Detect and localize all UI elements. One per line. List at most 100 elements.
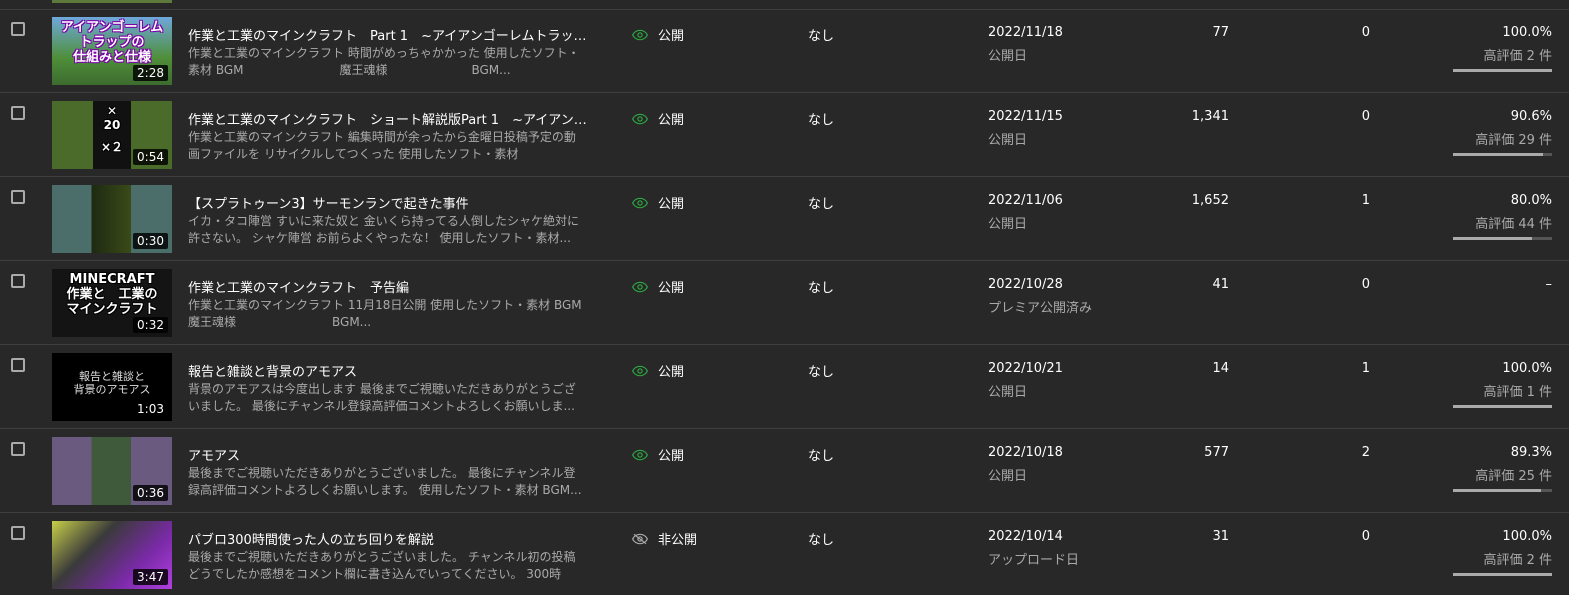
eye-icon [632,449,648,461]
video-row[interactable]: 0:36 アモアス 最後までご視聴いただきありがとうございました。 最後にチャン… [0,429,1569,513]
visibility-cell[interactable]: 公開 [632,193,684,212]
thumbnail-caption-line: 報告と雑談と [79,370,145,383]
video-duration: 0:32 [133,317,168,333]
video-table: アイアンゴーレム トラップの 仕組みと仕様 2:28 作業と工業のマインクラフト P… [0,9,1569,595]
eye-icon [632,29,648,41]
visibility-cell[interactable]: 公開 [632,277,684,296]
likes-bar [1453,237,1552,240]
eye-icon [632,197,648,209]
likes-bar [1453,153,1552,156]
thumbnail-caption-line: トラップの [79,34,145,50]
likes-bar [1453,405,1552,408]
thumbnail-caption-line: MINECRAFT [69,272,155,287]
date-status: 公開日 [988,469,1028,484]
video-title[interactable]: パブロ300時間使った人の立ち回りを解説 [188,529,588,548]
restriction-label: なし [808,197,835,212]
video-thumbnail[interactable]: 0:36 [52,437,172,505]
view-count: 31 [1212,529,1229,544]
visibility-label: 非公開 [658,533,698,548]
publish-date: 2022/11/15 [988,109,1063,124]
video-title[interactable]: 報告と雑談と背景のアモアス [188,361,588,380]
restriction-label: なし [808,533,835,548]
publish-date: 2022/10/28 [988,277,1063,292]
video-duration: 3:47 [133,569,168,585]
visibility-cell[interactable]: 公開 [632,361,684,380]
visibility-label: 公開 [658,29,685,44]
likes-bar [1453,573,1552,576]
row-checkbox[interactable] [11,106,25,120]
comment-count: 0 [1361,25,1370,40]
video-thumbnail[interactable]: ✕ 20 ×２ 0:54 [52,101,172,169]
thumbnail-caption-line: マインクラフト [66,301,158,317]
video-description: 作業と工業のマインクラフト 編集時間が余ったから金曜日投稿予定の動画ファイルを … [188,130,576,161]
likes-bar-fill [1453,489,1542,492]
comment-count: 0 [1361,277,1370,292]
row-checkbox[interactable] [11,526,25,540]
comment-count: 0 [1361,529,1370,544]
visibility-label: 公開 [658,365,685,380]
likes-percentage: 80.0% [1510,193,1552,208]
eye-icon [632,113,648,125]
thumbnail-caption: ✕ 20 ×２ [52,104,172,154]
video-thumbnail[interactable]: MINECRAFT 作業と 工業の マインクラフト 0:32 [52,269,172,337]
restriction-label: なし [808,113,835,128]
video-title[interactable]: 【スプラトゥーン3】サーモンランで起きた事件 [188,193,588,212]
row-checkbox[interactable] [11,22,25,36]
visibility-cell[interactable]: 非公開 [632,529,697,548]
view-count: 14 [1212,361,1229,376]
likes-bar [1453,69,1552,72]
date-status: 公開日 [988,217,1028,232]
video-title[interactable]: 作業と工業のマインクラフト ショート解説版Part 1 ~アイアンゴーレムトラッ… [188,109,588,128]
video-title[interactable]: アモアス [188,445,588,464]
video-row[interactable]: 0:30 【スプラトゥーン3】サーモンランで起きた事件 イカ・タコ陣営 すいに来… [0,177,1569,261]
thumbnail-caption: アイアンゴーレム トラップの 仕組みと仕様 [52,20,172,66]
video-row[interactable]: アイアンゴーレム トラップの 仕組みと仕様 2:28 作業と工業のマインクラフト P… [0,9,1569,93]
date-status: アップロード日 [988,553,1080,568]
thumbnail-caption-line: 作業と 工業の [66,286,158,302]
visibility-cell[interactable]: 公開 [632,109,684,128]
video-duration: 0:36 [133,485,168,501]
row-checkbox[interactable] [11,274,25,288]
thumbnail-caption: MINECRAFT 作業と 工業の マインクラフト [52,272,172,318]
row-checkbox[interactable] [11,442,25,456]
likes-bar-fill [1453,573,1552,576]
video-description: イカ・タコ陣営 すいに来た奴と 金いくら持ってる人倒したシャケ絶対に許さない。 … [188,214,580,245]
eye-icon [632,365,648,377]
video-thumbnail[interactable]: 3:47 [52,521,172,589]
thumbnail-caption-line: 仕組みと仕様 [72,49,151,65]
visibility-cell[interactable]: 公開 [632,445,684,464]
eye-icon [632,281,648,293]
video-thumbnail[interactable]: 0:30 [52,185,172,253]
video-row[interactable]: ✕ 20 ×２ 0:54 作業と工業のマインクラフト ショート解説版Part 1 ~… [0,93,1569,177]
video-thumbnail[interactable]: アイアンゴーレム トラップの 仕組みと仕様 2:28 [52,17,172,85]
video-description: 背景のアモアスは今度出します 最後までご視聴いただきありがとうございました。 最… [188,382,576,413]
content-page: アイアンゴーレム トラップの 仕組みと仕様 2:28 作業と工業のマインクラフト P… [0,0,1569,595]
video-duration: 1:03 [133,401,168,417]
thumbnail-caption: 報告と雑談と 背景のアモアス [52,370,172,396]
visibility-label: 公開 [658,449,685,464]
thumbnail-caption-line: アイアンゴーレム [60,20,164,35]
restriction-label: なし [808,281,835,296]
video-row[interactable]: MINECRAFT 作業と 工業の マインクラフト 0:32 作業と工業のマインクラ… [0,261,1569,345]
row-checkbox[interactable] [11,190,25,204]
likes-bar-fill [1453,69,1552,72]
publish-date: 2022/10/21 [988,361,1063,376]
comment-count: 1 [1361,193,1370,208]
eye-off-icon [632,533,648,545]
row-checkbox[interactable] [11,358,25,372]
video-title[interactable]: 作業と工業のマインクラフト 予告編 [188,277,588,296]
video-title[interactable]: 作業と工業のマインクラフト Part 1 ~アイアンゴーレムトラップの仕組み~ [188,25,588,44]
restriction-label: なし [808,365,835,380]
publish-date: 2022/11/06 [988,193,1063,208]
video-thumbnail[interactable]: 報告と雑談と 背景のアモアス 1:03 [52,353,172,421]
video-row[interactable]: 報告と雑談と 背景のアモアス 1:03 報告と雑談と背景のアモアス 背景のアモアス… [0,345,1569,429]
visibility-label: 公開 [658,113,685,128]
view-count: 41 [1212,277,1229,292]
date-status: 公開日 [988,133,1028,148]
video-row[interactable]: 3:47 パブロ300時間使った人の立ち回りを解説 最後までご視聴いただきありが… [0,513,1569,595]
visibility-cell[interactable]: 公開 [632,25,684,44]
likes-bar-fill [1453,405,1552,408]
likes-percentage: 90.6% [1510,109,1552,124]
video-description: 最後までご視聴いただきありがとうございました。 チャンネル初の投稿どうでしたか感… [188,550,576,581]
likes-count: 高評価 29 件 [1475,133,1552,148]
